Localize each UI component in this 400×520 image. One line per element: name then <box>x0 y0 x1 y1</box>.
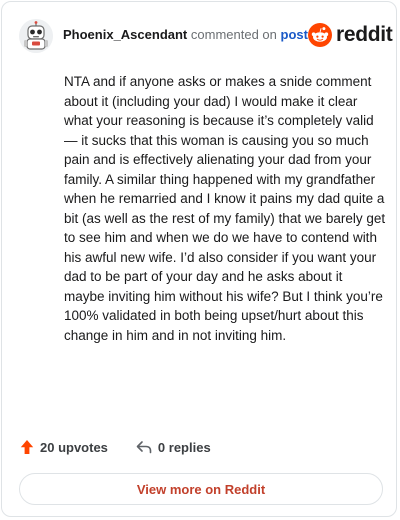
reddit-alien-icon <box>307 23 332 47</box>
comment-text: NTA and if anyone asks or makes a snide … <box>64 74 386 343</box>
comment-embed-card: Phoenix_Ascendant commented on post redd… <box>1 1 397 517</box>
comment-meta: Phoenix_Ascendant commented on post <box>63 27 308 43</box>
username-link[interactable]: Phoenix_Ascendant <box>63 27 187 42</box>
reply-count: 0 replies <box>157 439 211 455</box>
robot-avatar-icon <box>19 19 53 53</box>
avatar[interactable] <box>19 19 53 53</box>
action-text: commented on <box>190 27 277 42</box>
comment-header: Phoenix_Ascendant commented on post redd… <box>19 18 393 54</box>
view-more-button[interactable]: View more on Reddit <box>19 473 383 505</box>
post-link[interactable]: post <box>281 27 308 42</box>
upvote-count: 20 upvotes <box>40 439 108 455</box>
upvote-button[interactable]: 20 upvotes <box>20 439 108 455</box>
reply-arrow-icon <box>136 441 152 454</box>
replies-button[interactable]: 0 replies <box>136 440 211 455</box>
comment-footer: 20 upvotes 0 replies <box>20 439 211 455</box>
reddit-logo[interactable]: reddit <box>307 23 393 47</box>
reddit-wordmark: reddit <box>335 23 393 46</box>
comment-body: NTA and if anyone asks or makes a snide … <box>64 72 386 345</box>
upvote-arrow-icon <box>20 440 34 454</box>
